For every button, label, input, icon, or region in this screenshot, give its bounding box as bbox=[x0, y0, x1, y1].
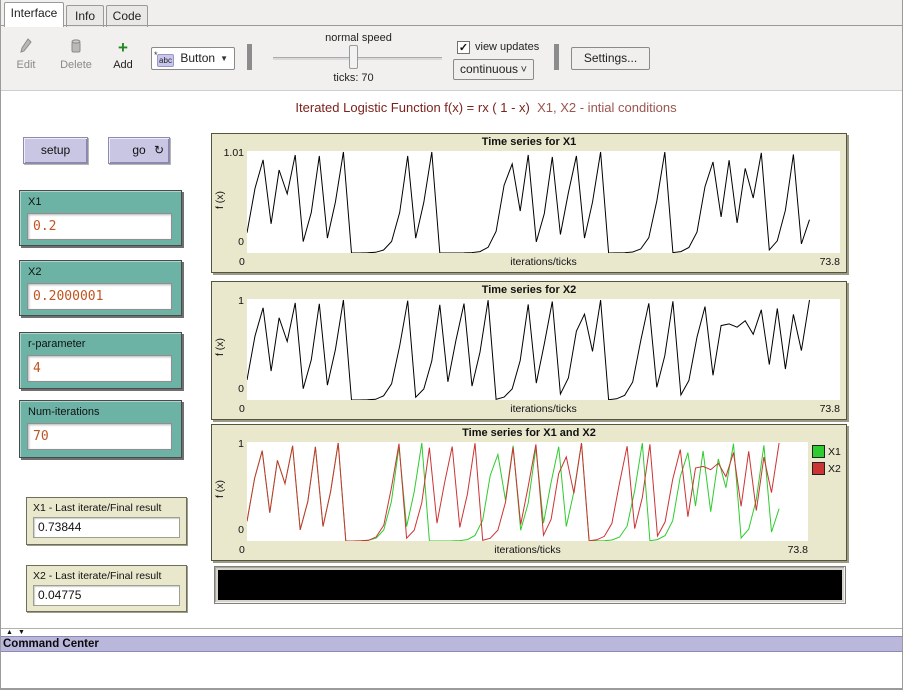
monitor-x2-label: X2 - Last iterate/Final result bbox=[33, 570, 161, 582]
collapse-arrow-icon[interactable]: ▲ bbox=[6, 629, 13, 636]
settings-button[interactable]: Settings... bbox=[571, 47, 650, 70]
plot-legend: X1 X2 bbox=[812, 445, 846, 481]
widget-type-dropdown[interactable]: *abc Button ▼ bbox=[151, 47, 235, 70]
forever-icon: ↻ bbox=[154, 144, 164, 156]
speed-slider-thumb[interactable] bbox=[349, 45, 358, 69]
x-axis-min-label: 0 bbox=[239, 256, 245, 268]
x-axis-title: iterations/ticks bbox=[247, 403, 840, 415]
monitor-x1-label: X1 - Last iterate/Final result bbox=[33, 502, 161, 514]
x-axis-min-label: 0 bbox=[239, 403, 245, 415]
plot-x2: Time series for X2 1 0 f (x) 0 iteration… bbox=[211, 281, 847, 420]
command-center-title: Command Center bbox=[3, 638, 99, 650]
input-x2: X2 0.2000001 bbox=[19, 260, 182, 316]
input-num-iterations-label: Num-iterations bbox=[28, 406, 100, 418]
edit-label: Edit bbox=[17, 59, 36, 71]
toolbar-separator bbox=[554, 44, 559, 70]
monitor-x2-value: 0.04775 bbox=[33, 585, 180, 606]
input-x2-field[interactable]: 0.2000001 bbox=[27, 283, 172, 310]
tab-code[interactable]: Code bbox=[106, 5, 148, 27]
setup-button[interactable]: setup bbox=[23, 137, 88, 164]
chevron-down-icon: ˅ bbox=[521, 60, 527, 81]
input-x1: X1 0.2 bbox=[19, 190, 182, 246]
command-center-header[interactable]: Command Center bbox=[1, 636, 902, 652]
speed-slider-label: normal speed bbox=[291, 32, 426, 44]
plot-x1-canvas bbox=[247, 151, 840, 253]
edit-button[interactable]: Edit bbox=[9, 37, 43, 71]
toolbar: Edit Delete + Add *abc Button ▼ normal s… bbox=[1, 27, 902, 91]
input-num-iterations-field[interactable]: 70 bbox=[27, 423, 172, 450]
input-x1-field[interactable]: 0.2 bbox=[27, 213, 172, 240]
legend-x1-label: X1 bbox=[828, 445, 858, 459]
legend-x2-swatch bbox=[812, 462, 825, 475]
legend-x1-swatch bbox=[812, 445, 825, 458]
toolbar-separator bbox=[247, 44, 252, 70]
go-label: go bbox=[132, 143, 145, 157]
view-updates-label: view updates bbox=[475, 41, 539, 53]
y-axis-max-label: 1.01 bbox=[214, 147, 244, 159]
chevron-down-icon: ▼ bbox=[220, 48, 228, 69]
setup-label: setup bbox=[41, 143, 70, 157]
world-view-frame bbox=[214, 566, 846, 604]
y-axis-title: f (x) bbox=[214, 317, 226, 377]
plot-x1-title: Time series for X1 bbox=[212, 136, 846, 148]
title-secondary: X1, X2 - intial conditions bbox=[530, 100, 677, 115]
y-axis-min-label: 0 bbox=[214, 236, 244, 248]
plot-x2-canvas bbox=[247, 299, 840, 400]
y-axis-min-label: 0 bbox=[214, 524, 244, 536]
y-axis-title: f (x) bbox=[214, 170, 226, 230]
tab-info[interactable]: Info bbox=[66, 5, 104, 27]
plot-x1: Time series for X1 1.01 0 f (x) 0 iterat… bbox=[211, 133, 847, 273]
add-label: Add bbox=[113, 59, 133, 71]
input-r-parameter-field[interactable]: 4 bbox=[27, 355, 172, 382]
delete-button[interactable]: Delete bbox=[57, 37, 95, 71]
expand-arrow-icon[interactable]: ▼ bbox=[18, 629, 25, 636]
update-mode-value: continuous bbox=[460, 62, 518, 76]
go-button[interactable]: go ↻ bbox=[108, 137, 170, 164]
ticks-counter: ticks: 70 bbox=[291, 72, 416, 84]
pencil-icon bbox=[9, 37, 43, 59]
world-view bbox=[218, 570, 842, 600]
input-num-iterations: Num-iterations 70 bbox=[19, 400, 182, 458]
add-button[interactable]: + Add bbox=[107, 37, 139, 71]
monitor-x1-value: 0.73844 bbox=[33, 517, 180, 538]
title-main: Iterated Logistic Function f(x) = rx ( 1… bbox=[295, 100, 529, 115]
legend-x2-label: X2 bbox=[828, 462, 858, 476]
x-axis-title: iterations/ticks bbox=[247, 256, 840, 268]
tab-interface[interactable]: Interface bbox=[4, 2, 64, 27]
netlogo-window: Interface Info Code Edit Delete + Add *a… bbox=[0, 0, 903, 690]
widget-type-label: Button bbox=[180, 51, 215, 65]
tab-divider bbox=[1, 25, 902, 26]
check-icon: ✓ bbox=[459, 42, 468, 54]
command-center-divider bbox=[1, 628, 902, 629]
x-axis-title: iterations/ticks bbox=[247, 544, 808, 556]
trash-icon bbox=[57, 37, 95, 59]
input-r-parameter-label: r-parameter bbox=[28, 338, 85, 350]
y-axis-title: f (x) bbox=[214, 459, 226, 519]
command-center-output[interactable] bbox=[1, 653, 902, 688]
input-r-parameter: r-parameter 4 bbox=[19, 332, 182, 389]
plot-x1-x2: Time series for X1 and X2 1 0 f (x) X1 X… bbox=[211, 424, 847, 561]
input-x2-label: X2 bbox=[28, 266, 41, 278]
plot-x1-x2-canvas bbox=[247, 442, 808, 541]
model-title-note: Iterated Logistic Function f(x) = rx ( 1… bbox=[141, 100, 831, 115]
monitor-x1-final: X1 - Last iterate/Final result 0.73844 bbox=[26, 497, 187, 545]
x-axis-min-label: 0 bbox=[239, 544, 245, 556]
y-axis-min-label: 0 bbox=[214, 383, 244, 395]
button-widget-icon: *abc bbox=[157, 54, 174, 67]
plot-x1-x2-title: Time series for X1 and X2 bbox=[212, 427, 846, 439]
update-mode-dropdown[interactable]: continuous ˅ bbox=[453, 59, 534, 80]
plot-x2-title: Time series for X2 bbox=[212, 284, 846, 296]
y-axis-max-label: 1 bbox=[214, 438, 244, 450]
plus-icon: + bbox=[107, 37, 139, 59]
y-axis-max-label: 1 bbox=[214, 295, 244, 307]
view-updates-checkbox[interactable]: ✓ bbox=[457, 41, 470, 54]
x-axis-max-label: 73.8 bbox=[748, 544, 808, 556]
delete-label: Delete bbox=[60, 59, 92, 71]
monitor-x2-final: X2 - Last iterate/Final result 0.04775 bbox=[26, 565, 187, 612]
x-axis-max-label: 73.8 bbox=[780, 256, 840, 268]
x-axis-max-label: 73.8 bbox=[780, 403, 840, 415]
tab-bar: Interface Info Code bbox=[1, 0, 902, 27]
input-x1-label: X1 bbox=[28, 196, 41, 208]
